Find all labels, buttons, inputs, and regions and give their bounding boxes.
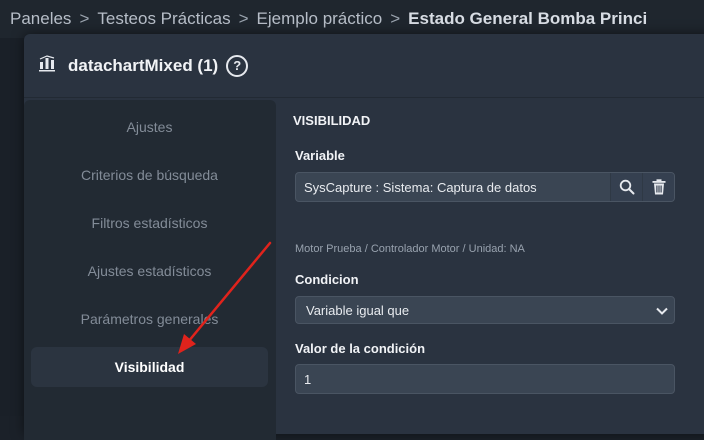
breadcrumb: Paneles > Testeos Prácticas > Ejemplo pr… (0, 0, 704, 38)
visibility-panel: VISIBILIDAD Variable SysCapture : Sistem… (276, 100, 696, 440)
background-strip (0, 38, 24, 416)
breadcrumb-item-testeos[interactable]: Testeos Prácticas (97, 9, 230, 29)
sidebar-item-parametros[interactable]: Parámetros generales (31, 299, 268, 339)
condicion-selected-value: Variable igual que (306, 302, 410, 318)
valor-input[interactable]: 1 (295, 364, 675, 394)
breadcrumb-separator: > (79, 9, 90, 28)
modal-title: datachartMixed (1) (68, 55, 219, 75)
sidebar-item-filtros[interactable]: Filtros estadísticos (31, 203, 268, 243)
condicion-label: Condicion (295, 272, 359, 287)
breadcrumb-item-ejemplo[interactable]: Ejemplo práctico (257, 9, 383, 29)
valor-label: Valor de la condición (295, 341, 426, 356)
settings-modal: datachartMixed (1) ? Ajustes Criterios d… (24, 34, 704, 440)
search-icon[interactable] (610, 173, 642, 201)
condicion-select[interactable]: Variable igual que (295, 296, 675, 324)
bar-chart-icon (38, 54, 56, 77)
variable-label: Variable (295, 148, 345, 163)
variable-field: SysCapture : Sistema: Captura de datos (295, 172, 675, 202)
sidebar-item-ajustes[interactable]: Ajustes (31, 107, 268, 147)
variable-hint: Motor Prueba / Controlador Motor / Unida… (295, 243, 525, 255)
settings-sidebar: Ajustes Criterios de búsqueda Filtros es… (24, 100, 276, 440)
breadcrumb-separator: > (238, 9, 249, 28)
breadcrumb-current: Estado General Bomba Princi (408, 9, 648, 28)
breadcrumb-item-paneles[interactable]: Paneles (10, 9, 71, 29)
help-icon[interactable]: ? (226, 54, 249, 77)
modal-header: datachartMixed (1) ? (24, 34, 704, 98)
breadcrumb-separator: > (390, 9, 401, 28)
variable-input[interactable]: SysCapture : Sistema: Captura de datos (296, 180, 610, 195)
sidebar-item-visibilidad[interactable]: Visibilidad (31, 347, 268, 387)
section-title: VISIBILIDAD (293, 113, 371, 128)
chevron-down-icon (656, 303, 668, 318)
sidebar-item-ajustes-estadisticos[interactable]: Ajustes estadísticos (31, 251, 268, 291)
sidebar-item-criterios[interactable]: Criterios de búsqueda (31, 155, 268, 195)
trash-icon[interactable] (642, 173, 674, 201)
